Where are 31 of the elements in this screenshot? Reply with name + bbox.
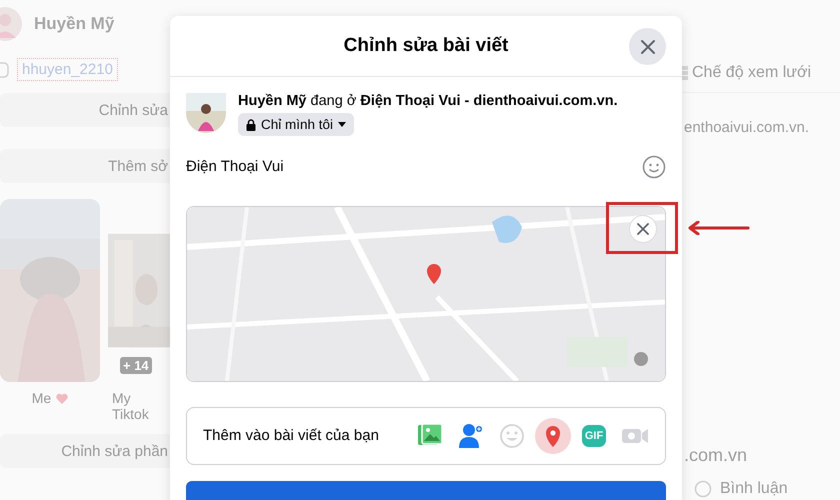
comment-action[interactable]: Bình luận [720,480,788,498]
add-to-post-label: Thêm vào bài viết của bạn [203,427,379,444]
post-text-field[interactable]: Điện Thoại Vui [186,158,284,176]
instagram-icon [0,62,9,78]
close-button[interactable] [629,28,666,65]
profile-button[interactable]: Chỉnh sửa [0,93,170,127]
photo-count: + 14 [120,357,152,374]
location-text: .com.vn [684,445,748,466]
grid-icon [682,65,690,81]
highlight-frame [606,202,678,254]
caret-icon [338,122,346,127]
close-icon [640,38,656,54]
author-line: Huyền Mỹ đang ở Điện Thoại Vui - dienthoaivui.com.vn. [238,93,618,109]
location-text: enthoaivui.com.vn. [684,119,810,136]
avatar [186,93,226,133]
username-link[interactable]: hhuyen_2210 [17,58,118,81]
smiley-icon [642,154,666,179]
view-toggle[interactable]: Chế độ xem lưới [692,64,812,82]
profile-button[interactable]: Thêm sở [0,149,170,183]
privacy-button[interactable]: Chỉ mình tôi [238,113,354,136]
highlight-label: Me [32,390,52,406]
profile-button[interactable]: Chỉnh sửa phần [0,434,170,468]
close-icon [637,222,649,235]
dialog-title: Chỉnh sửa bài viết [344,35,508,57]
profile-name: Huyền Mỹ [34,14,114,34]
add-gif-button[interactable]: GIF [576,418,612,454]
lock-icon [246,118,256,130]
add-location-button[interactable] [535,418,571,454]
comment-icon [694,480,712,498]
highlight-label: My Tiktok [112,390,150,422]
arrow-icon [686,220,750,235]
